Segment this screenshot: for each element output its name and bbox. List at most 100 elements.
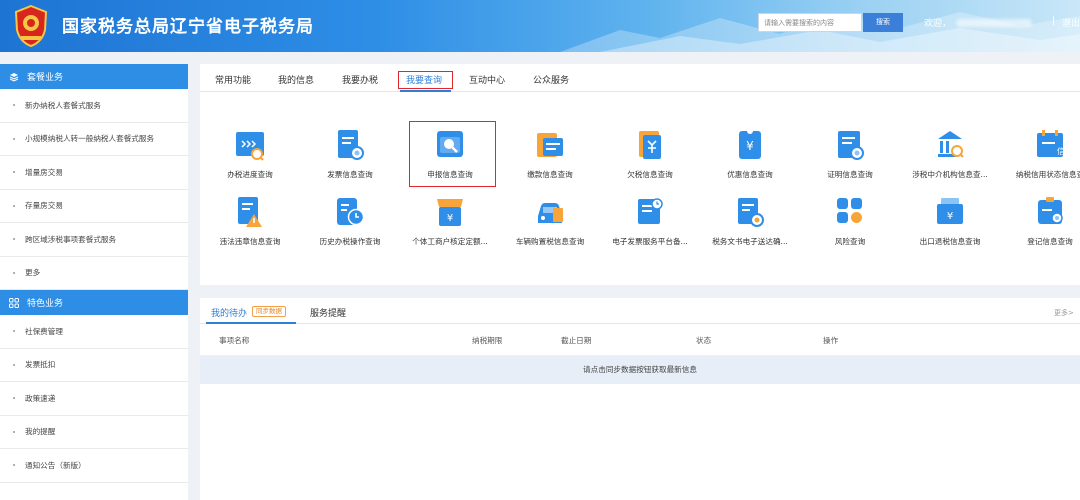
- sidebar-section-special[interactable]: 特色业务: [0, 290, 188, 315]
- service-item[interactable]: ¥ 个体工商户核定定额...: [400, 196, 500, 266]
- service-item[interactable]: 欠税信息查询: [600, 129, 700, 199]
- sidebar-item[interactable]: 新办纳税人套餐式服务: [0, 89, 188, 123]
- arrears-query-icon: [635, 129, 665, 161]
- search-button[interactable]: 搜索: [863, 13, 903, 32]
- search-input[interactable]: [759, 14, 861, 31]
- sidebar-section-title: 套餐业务: [27, 73, 64, 83]
- svg-text:¥: ¥: [947, 211, 953, 222]
- service-item[interactable]: 税务文书电子送达确...: [700, 196, 800, 266]
- history-query-icon: [335, 196, 365, 228]
- bullet-icon: [13, 204, 15, 207]
- violation-query-icon: [235, 196, 265, 228]
- user-name-blurred: [956, 19, 1032, 27]
- todo-panel: 我的待办 同步数据 服务提醒 更多> 事项名称 纳税期限 截止日期 状态 操作 …: [200, 298, 1080, 500]
- service-item[interactable]: 车辆购置税信息查询: [500, 196, 600, 266]
- sidebar-item-label: 增量房交易: [25, 167, 63, 177]
- sidebar-item-label: 我的提醒: [25, 427, 56, 437]
- tab-public-service[interactable]: 公众服务: [533, 73, 569, 86]
- sidebar-item[interactable]: 小规模纳税人转一般纳税人套餐式服务: [0, 123, 188, 156]
- sidebar-item[interactable]: 跨区域涉税事项套餐式服务: [0, 223, 188, 257]
- sidebar-item-label: 发票抵扣: [25, 360, 56, 370]
- tab-interaction[interactable]: 互动中心: [469, 73, 505, 86]
- active-tab-underline: [400, 90, 451, 92]
- individual-business-icon: ¥: [435, 196, 465, 228]
- sidebar-item[interactable]: 我的提醒: [0, 416, 188, 449]
- more-link[interactable]: 更多>: [1054, 308, 1074, 318]
- tab-bar: 常用功能 我的信息 我要办税 我要查询 互动中心 公众服务: [200, 64, 1080, 92]
- tax-document-icon: [735, 196, 765, 228]
- tab-common[interactable]: 常用功能: [215, 73, 251, 86]
- svg-text:信: 信: [1057, 146, 1065, 156]
- service-label: 出口退税信息查询: [919, 237, 981, 246]
- service-label: 车辆购置税信息查询: [515, 237, 585, 246]
- bullet-icon: [13, 238, 15, 241]
- service-label: 证明信息查询: [827, 170, 873, 179]
- sidebar-item[interactable]: 社保费管理: [0, 315, 188, 349]
- column-header: 操作: [823, 336, 839, 345]
- bullet-icon: [13, 330, 15, 333]
- sidebar-item[interactable]: 政策速递: [0, 382, 188, 416]
- bullet-icon: [13, 464, 15, 467]
- service-item[interactable]: 证明信息查询: [800, 129, 900, 199]
- sync-data-button[interactable]: 同步数据: [252, 306, 286, 317]
- header-divider: |: [1052, 16, 1056, 26]
- service-label: 优惠信息查询: [727, 170, 773, 179]
- tab-my-info[interactable]: 我的信息: [278, 73, 314, 86]
- service-label: 登记信息查询: [1027, 237, 1073, 246]
- service-label: 税务文书电子送达确...: [712, 237, 788, 246]
- bullet-icon: [13, 137, 15, 140]
- service-item[interactable]: 登记信息查询: [1000, 196, 1080, 266]
- preferential-query-icon: ¥: [735, 128, 765, 161]
- service-item[interactable]: 办税进度查询: [200, 129, 300, 199]
- sidebar-item[interactable]: 存量房交易: [0, 190, 188, 223]
- service-label: 纳税信用状态信息查: [1015, 170, 1080, 179]
- svg-text:¥: ¥: [447, 213, 453, 224]
- service-item[interactable]: ¥ 出口退税信息查询: [900, 196, 1000, 266]
- credit-query-icon: 信: [1035, 129, 1065, 161]
- empty-state-message: 请点击同步数据按钮获取最新信息: [200, 356, 1080, 384]
- tab-my-todo[interactable]: 我的待办: [211, 306, 247, 319]
- service-item[interactable]: ¥ 优惠信息查询: [700, 128, 800, 199]
- service-item[interactable]: 电子发票服务平台备...: [600, 196, 700, 266]
- service-item[interactable]: 发票信息查询: [300, 129, 400, 199]
- tax-emblem-icon: [12, 4, 50, 48]
- site-title: 国家税务总局辽宁省电子税务局: [62, 17, 314, 37]
- bullet-icon: [13, 104, 15, 107]
- service-item[interactable]: 违法违章信息查询: [200, 196, 300, 266]
- grid-icon: [9, 297, 19, 308]
- sidebar-item[interactable]: 通知公告（新版）: [0, 449, 188, 483]
- sidebar-item-label: 政策速递: [25, 393, 56, 403]
- service-item[interactable]: 涉税中介机构信息查...: [900, 129, 1000, 199]
- service-label: 个体工商户核定定额...: [412, 237, 488, 246]
- tab-service-reminder[interactable]: 服务提醒: [310, 306, 346, 319]
- service-item[interactable]: 缴款信息查询: [500, 129, 600, 199]
- service-item[interactable]: 历史办税操作查询: [300, 196, 400, 266]
- sidebar-item-label: 小规模纳税人转一般纳税人套餐式服务: [25, 134, 155, 144]
- selected-service-highlight: [409, 121, 496, 187]
- sidebar: 套餐业务 新办纳税人套餐式服务 小规模纳税人转一般纳税人套餐式服务 增量房交易 …: [0, 64, 188, 500]
- sidebar-item-more[interactable]: 更多: [0, 257, 188, 290]
- service-item[interactable]: 信纳税信用状态信息查: [1000, 129, 1080, 199]
- logout-link[interactable]: 退出: [1062, 16, 1080, 29]
- bullet-icon: [13, 430, 15, 433]
- service-item[interactable]: 风险查询: [800, 196, 900, 266]
- bullet-icon: [13, 171, 15, 174]
- column-header: 事项名称: [219, 336, 250, 345]
- service-label: 涉税中介机构信息查...: [912, 170, 988, 179]
- active-tab-highlight: [398, 71, 453, 89]
- agency-query-icon: [935, 129, 965, 161]
- service-label: 电子发票服务平台备...: [612, 237, 688, 246]
- column-header: 状态: [696, 336, 712, 345]
- certificate-query-icon: [835, 129, 865, 161]
- sidebar-item[interactable]: 发票抵扣: [0, 349, 188, 382]
- column-header: 截止日期: [561, 336, 592, 345]
- sidebar-section-package[interactable]: 套餐业务: [0, 64, 188, 89]
- todo-table-header: 事项名称 纳税期限 截止日期 状态 操作: [200, 324, 1080, 356]
- sidebar-item[interactable]: 增量房交易: [0, 156, 188, 190]
- tab-tax-handling[interactable]: 我要办税: [342, 73, 378, 86]
- search-box: [758, 13, 862, 32]
- sidebar-item-label: 存量房交易: [25, 201, 63, 211]
- registration-query-icon: [1035, 196, 1065, 228]
- bullet-icon: [13, 363, 15, 366]
- layers-icon: [9, 72, 19, 82]
